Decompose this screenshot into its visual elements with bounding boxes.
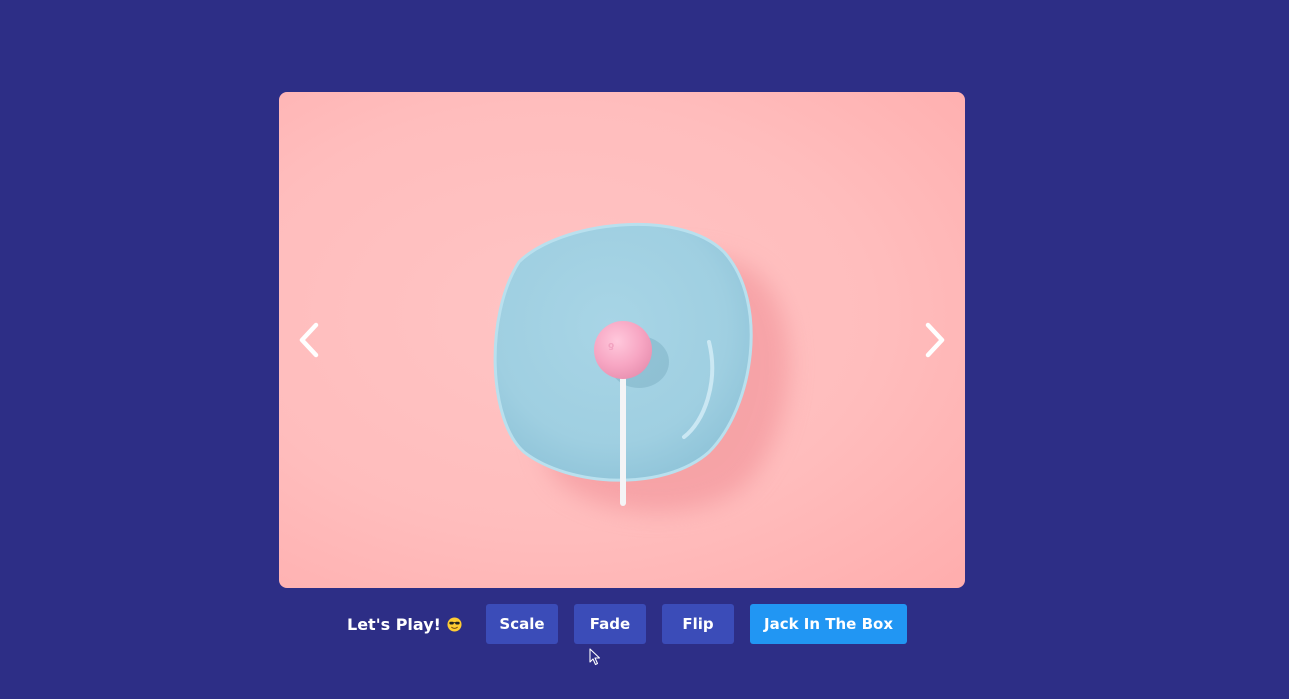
sunglasses-emoji-icon xyxy=(447,617,462,632)
fade-button[interactable]: Fade xyxy=(574,604,646,644)
chevron-left-icon xyxy=(299,322,319,358)
previous-slide-button[interactable] xyxy=(289,318,329,362)
slide-image: ƍ xyxy=(493,222,790,513)
animation-controls: Let's Play! Scale Fade Flip Jack In The … xyxy=(0,604,1289,644)
page: ƍ Let's Play! Scale Fade Flip Jack In Th… xyxy=(0,0,1289,699)
mouse-cursor-icon xyxy=(589,648,601,666)
image-slider: ƍ xyxy=(279,92,965,588)
flip-button[interactable]: Flip xyxy=(662,604,734,644)
svg-text:ƍ: ƍ xyxy=(608,341,614,351)
chevron-right-icon xyxy=(925,322,945,358)
lets-play-text: Let's Play! xyxy=(347,615,441,634)
lets-play-label: Let's Play! xyxy=(347,604,462,644)
scale-button[interactable]: Scale xyxy=(486,604,558,644)
next-slide-button[interactable] xyxy=(915,318,955,362)
jack-in-the-box-button[interactable]: Jack In The Box xyxy=(750,604,907,644)
